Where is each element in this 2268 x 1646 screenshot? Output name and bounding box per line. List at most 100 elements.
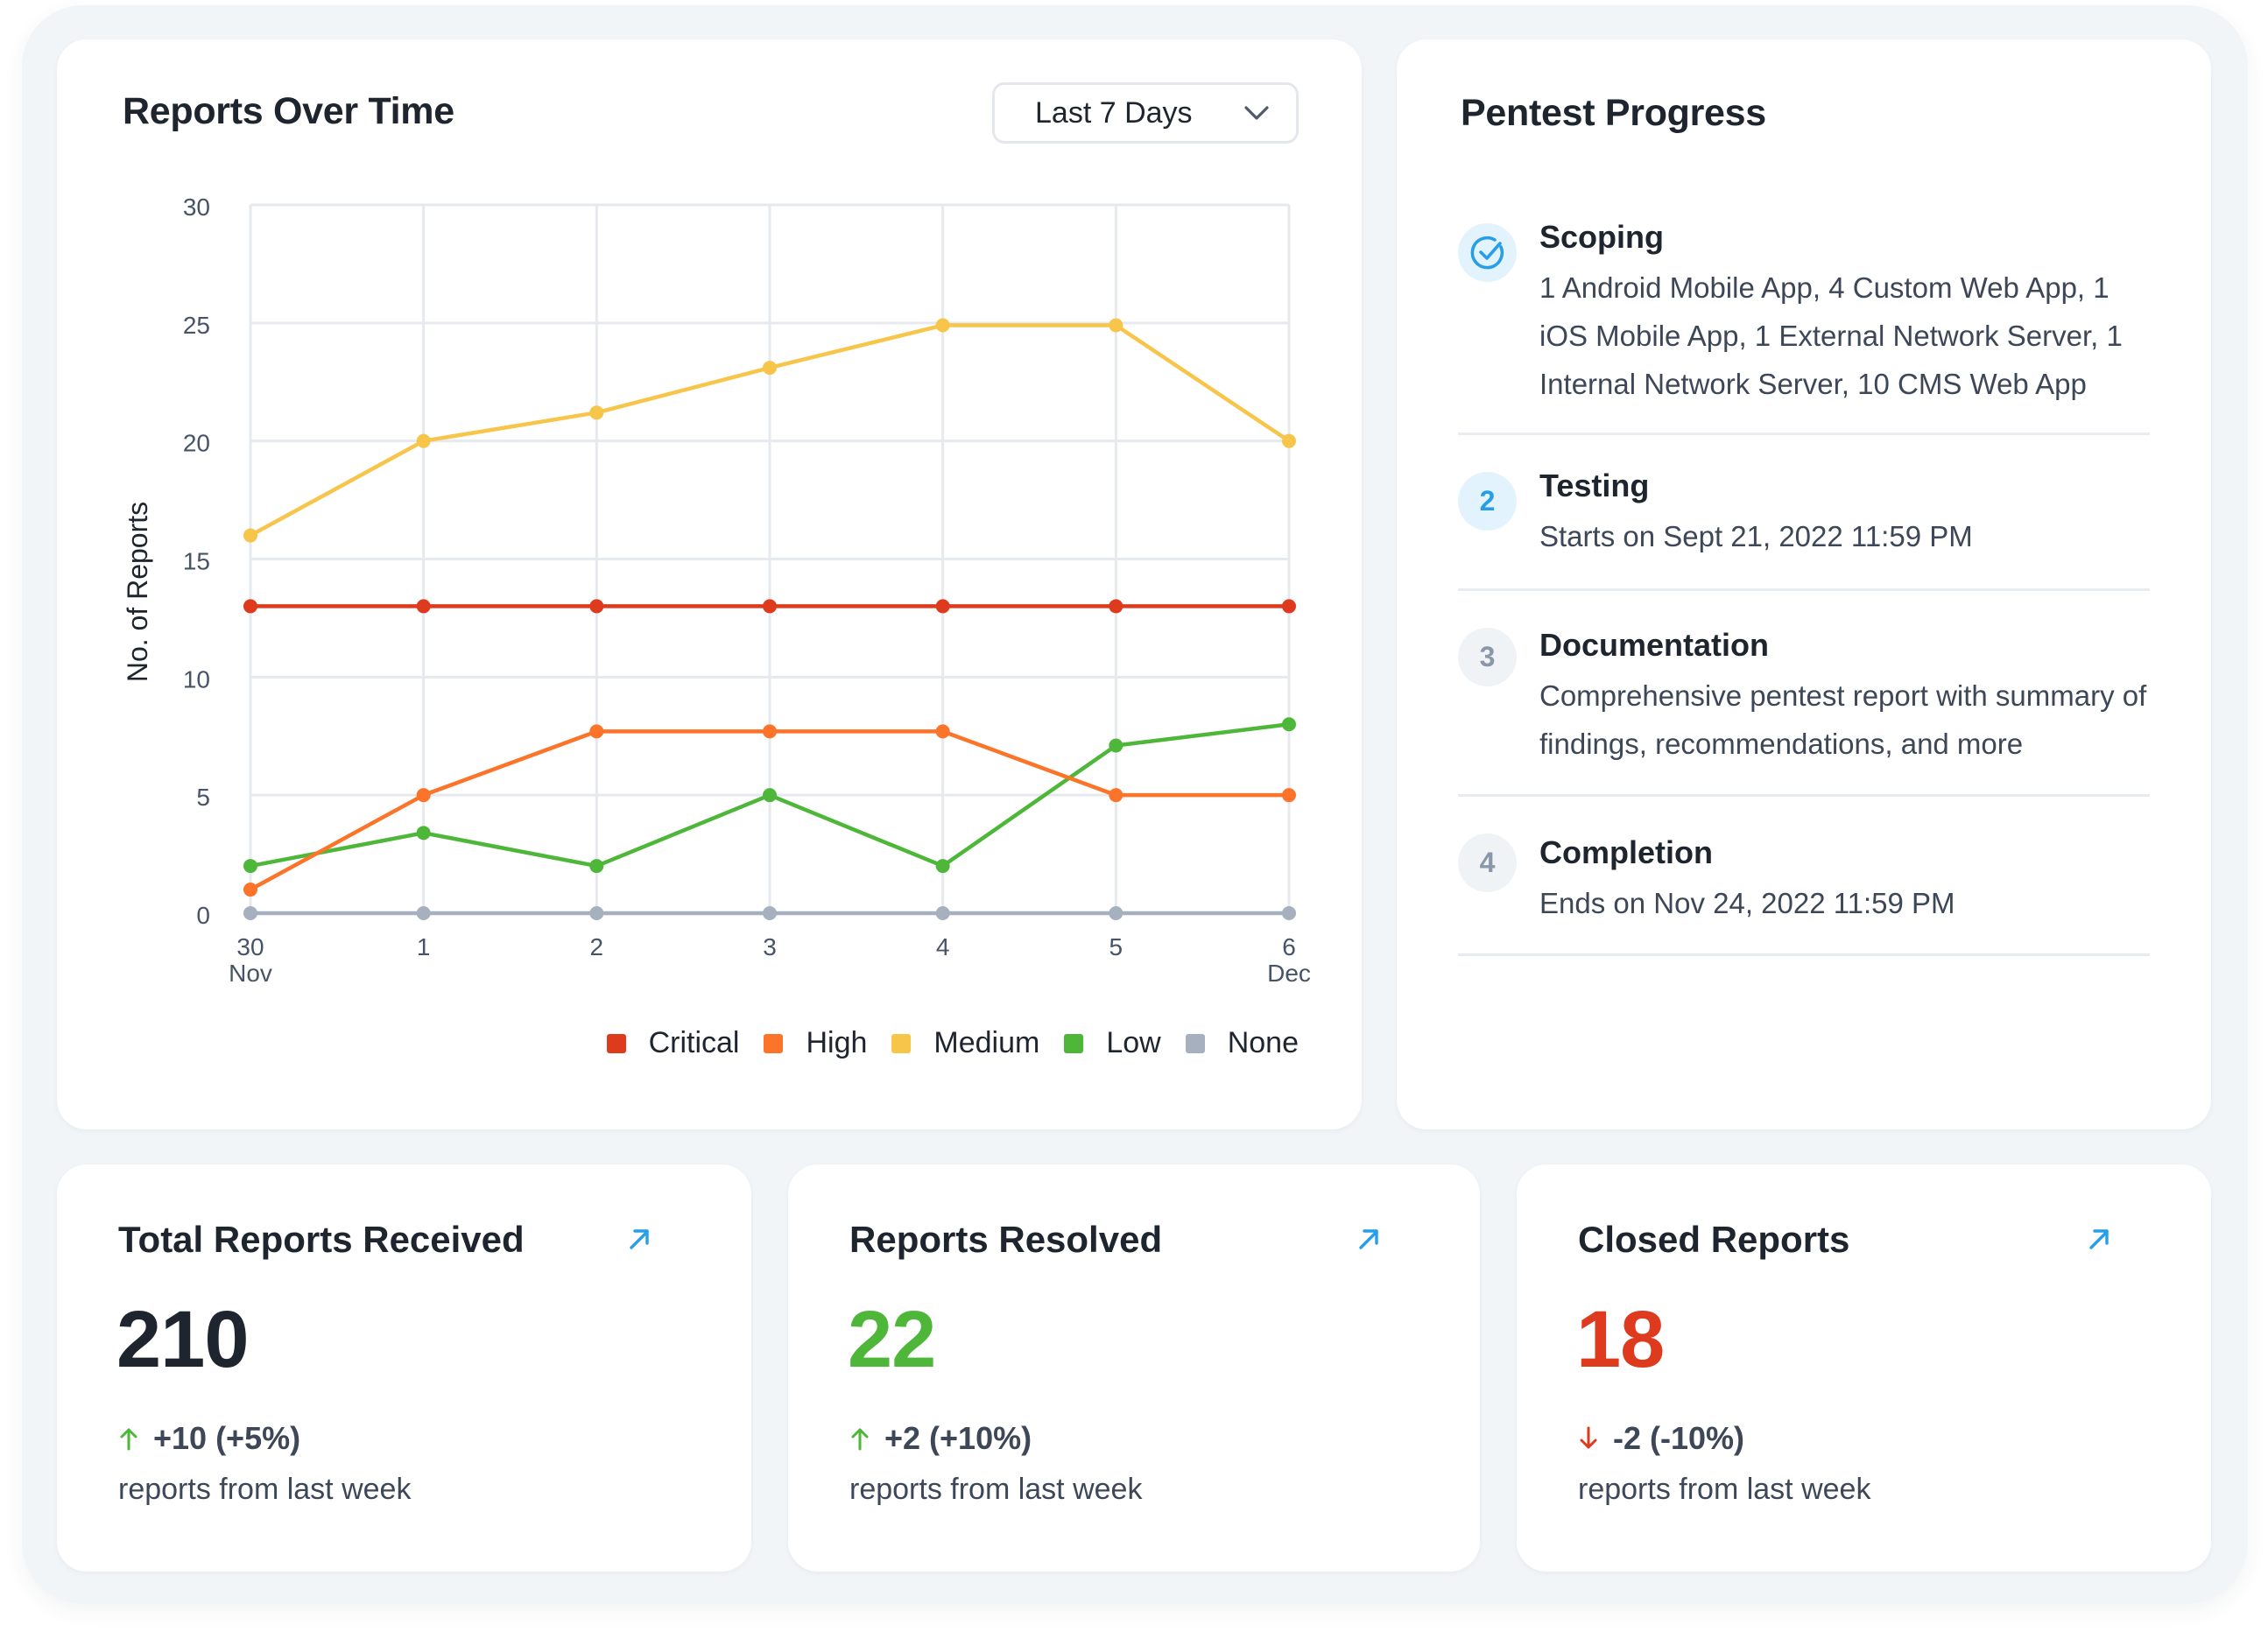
data-point-critical[interactable]	[935, 599, 950, 614]
step-number-badge: 2	[1458, 472, 1517, 531]
data-point-high[interactable]	[243, 883, 257, 897]
legend-item-none[interactable]: None	[1185, 1026, 1299, 1060]
x-tick-sublabel: Nov	[229, 960, 272, 987]
legend-label: Medium	[933, 1026, 1040, 1059]
step-title: Completion	[1539, 834, 1713, 870]
stat-card-total-reports: Total Reports Received 210 +10 (+5%) rep…	[57, 1164, 751, 1572]
step-number-badge: 4	[1458, 834, 1517, 892]
step-title: Documentation	[1539, 627, 1770, 663]
line-chart: 051015202530 30Nov1 2 3 4 5 6Dec No. of Repor…	[122, 193, 1311, 987]
stat-note: reports from last week	[1578, 1473, 1871, 1506]
legend-swatch	[606, 1033, 626, 1053]
arrow-down-icon	[1580, 1426, 1597, 1449]
data-point-high[interactable]	[763, 724, 777, 739]
legend-label: Low	[1106, 1026, 1161, 1059]
external-link-arrow-icon[interactable]	[1356, 1226, 1382, 1252]
data-point-low[interactable]	[589, 859, 604, 874]
x-tick-label: 4	[936, 933, 950, 960]
y-axis-ticks: 0 5 10 15 20 25 30	[183, 193, 210, 929]
data-point-medium[interactable]	[763, 361, 777, 376]
legend-item-critical[interactable]: Critical	[606, 1026, 740, 1060]
legend-label: Critical	[648, 1026, 740, 1059]
data-point-none[interactable]	[1109, 906, 1123, 920]
stat-value: 22	[848, 1295, 936, 1384]
x-axis-ticks: 30Nov 1 2 3 4 5 6Dec	[229, 933, 1311, 987]
arrow-up-icon	[120, 1428, 137, 1451]
progress-steps: Scoping 1 Android Mobile App, 4 Custom W…	[1458, 215, 2150, 956]
data-point-low[interactable]	[1109, 738, 1123, 753]
step-documentation: 3 Documentation Comprehensive pentest re…	[1458, 591, 2150, 797]
data-point-none[interactable]	[589, 906, 604, 920]
data-point-low[interactable]	[243, 859, 257, 874]
data-point-high[interactable]	[1109, 788, 1123, 803]
stat-delta: -2 (-10%)	[1578, 1420, 1744, 1457]
step-description: Starts on Sept 21, 2022 11:59 PM	[1539, 520, 1973, 552]
data-point-critical[interactable]	[243, 599, 257, 614]
legend-swatch	[891, 1033, 912, 1053]
step-description: 1 Android Mobile App, 4 Custom Web App, …	[1539, 271, 2123, 400]
data-point-medium[interactable]	[1282, 433, 1296, 448]
x-tick-label: 30	[236, 933, 264, 960]
x-tick-label: 1	[417, 933, 431, 960]
y-axis-title: No. of Reports	[122, 502, 153, 682]
stat-card-closed-reports: Closed Reports 18 -2 (-10%) reports from…	[1517, 1164, 2211, 1572]
y-tick-label: 30	[183, 193, 210, 221]
stat-title: Reports Resolved	[849, 1219, 1163, 1260]
step-title: Scoping	[1539, 219, 1664, 255]
data-point-critical[interactable]	[589, 599, 604, 614]
data-point-high[interactable]	[589, 724, 604, 739]
arrow-up-icon	[851, 1428, 869, 1451]
data-point-medium[interactable]	[935, 318, 950, 333]
data-point-low[interactable]	[416, 826, 431, 841]
stat-value: 18	[1576, 1295, 1665, 1384]
delta-text: +10 (+5%)	[153, 1420, 301, 1456]
data-point-critical[interactable]	[416, 599, 431, 614]
step-number-badge: 3	[1458, 628, 1517, 686]
data-point-critical[interactable]	[1282, 599, 1296, 614]
data-point-none[interactable]	[416, 906, 431, 920]
data-point-medium[interactable]	[416, 433, 431, 448]
y-tick-label: 5	[196, 784, 210, 811]
data-point-high[interactable]	[935, 724, 950, 739]
legend-item-low[interactable]: Low	[1064, 1026, 1161, 1060]
step-scoping: Scoping 1 Android Mobile App, 4 Custom W…	[1458, 215, 2150, 435]
data-point-medium[interactable]	[1109, 318, 1123, 333]
stat-note: reports from last week	[118, 1473, 412, 1506]
x-tick-label: 2	[590, 933, 604, 960]
data-point-low[interactable]	[935, 859, 950, 874]
pentest-progress-card: Pentest Progress Scoping 1 Android Mobil…	[1397, 39, 2211, 1129]
data-point-critical[interactable]	[1109, 599, 1123, 614]
y-tick-label: 15	[183, 548, 210, 575]
legend-item-medium[interactable]: Medium	[891, 1026, 1039, 1060]
data-point-low[interactable]	[763, 788, 777, 803]
data-point-high[interactable]	[416, 788, 431, 803]
x-tick-label: 3	[763, 933, 777, 960]
data-point-none[interactable]	[763, 906, 777, 920]
data-point-none[interactable]	[1282, 906, 1296, 920]
data-point-critical[interactable]	[763, 599, 777, 614]
external-link-arrow-icon[interactable]	[626, 1226, 652, 1252]
legend-item-high[interactable]: High	[764, 1026, 867, 1060]
chart-legend: Critical High Medium Low None	[582, 1026, 1299, 1060]
series-none	[243, 906, 1296, 920]
data-point-high[interactable]	[1282, 788, 1296, 803]
delta-text: -2 (-10%)	[1613, 1420, 1745, 1456]
data-point-none[interactable]	[243, 906, 257, 920]
reports-over-time-card: Reports Over Time Last 7 Days 0 5 10 15 20 25…	[57, 39, 1362, 1129]
external-link-arrow-icon[interactable]	[2086, 1226, 2112, 1252]
legend-swatch	[1185, 1033, 1205, 1053]
step-status-circle	[1458, 223, 1517, 282]
y-tick-label: 10	[183, 665, 210, 693]
y-tick-label: 25	[183, 312, 210, 339]
data-point-medium[interactable]	[589, 405, 604, 420]
data-point-low[interactable]	[1282, 717, 1296, 732]
step-description: Comprehensive pentest report with summar…	[1539, 679, 2147, 760]
progress-card-title: Pentest Progress	[1461, 92, 1766, 134]
stat-title: Total Reports Received	[118, 1219, 525, 1260]
stat-title: Closed Reports	[1578, 1219, 1850, 1260]
stat-card-reports-resolved: Reports Resolved 22 +2 (+10%) reports fr…	[788, 1164, 1480, 1572]
data-point-none[interactable]	[935, 906, 950, 920]
series-critical	[243, 599, 1296, 614]
data-point-medium[interactable]	[243, 528, 257, 543]
step-title: Testing	[1539, 468, 1650, 503]
